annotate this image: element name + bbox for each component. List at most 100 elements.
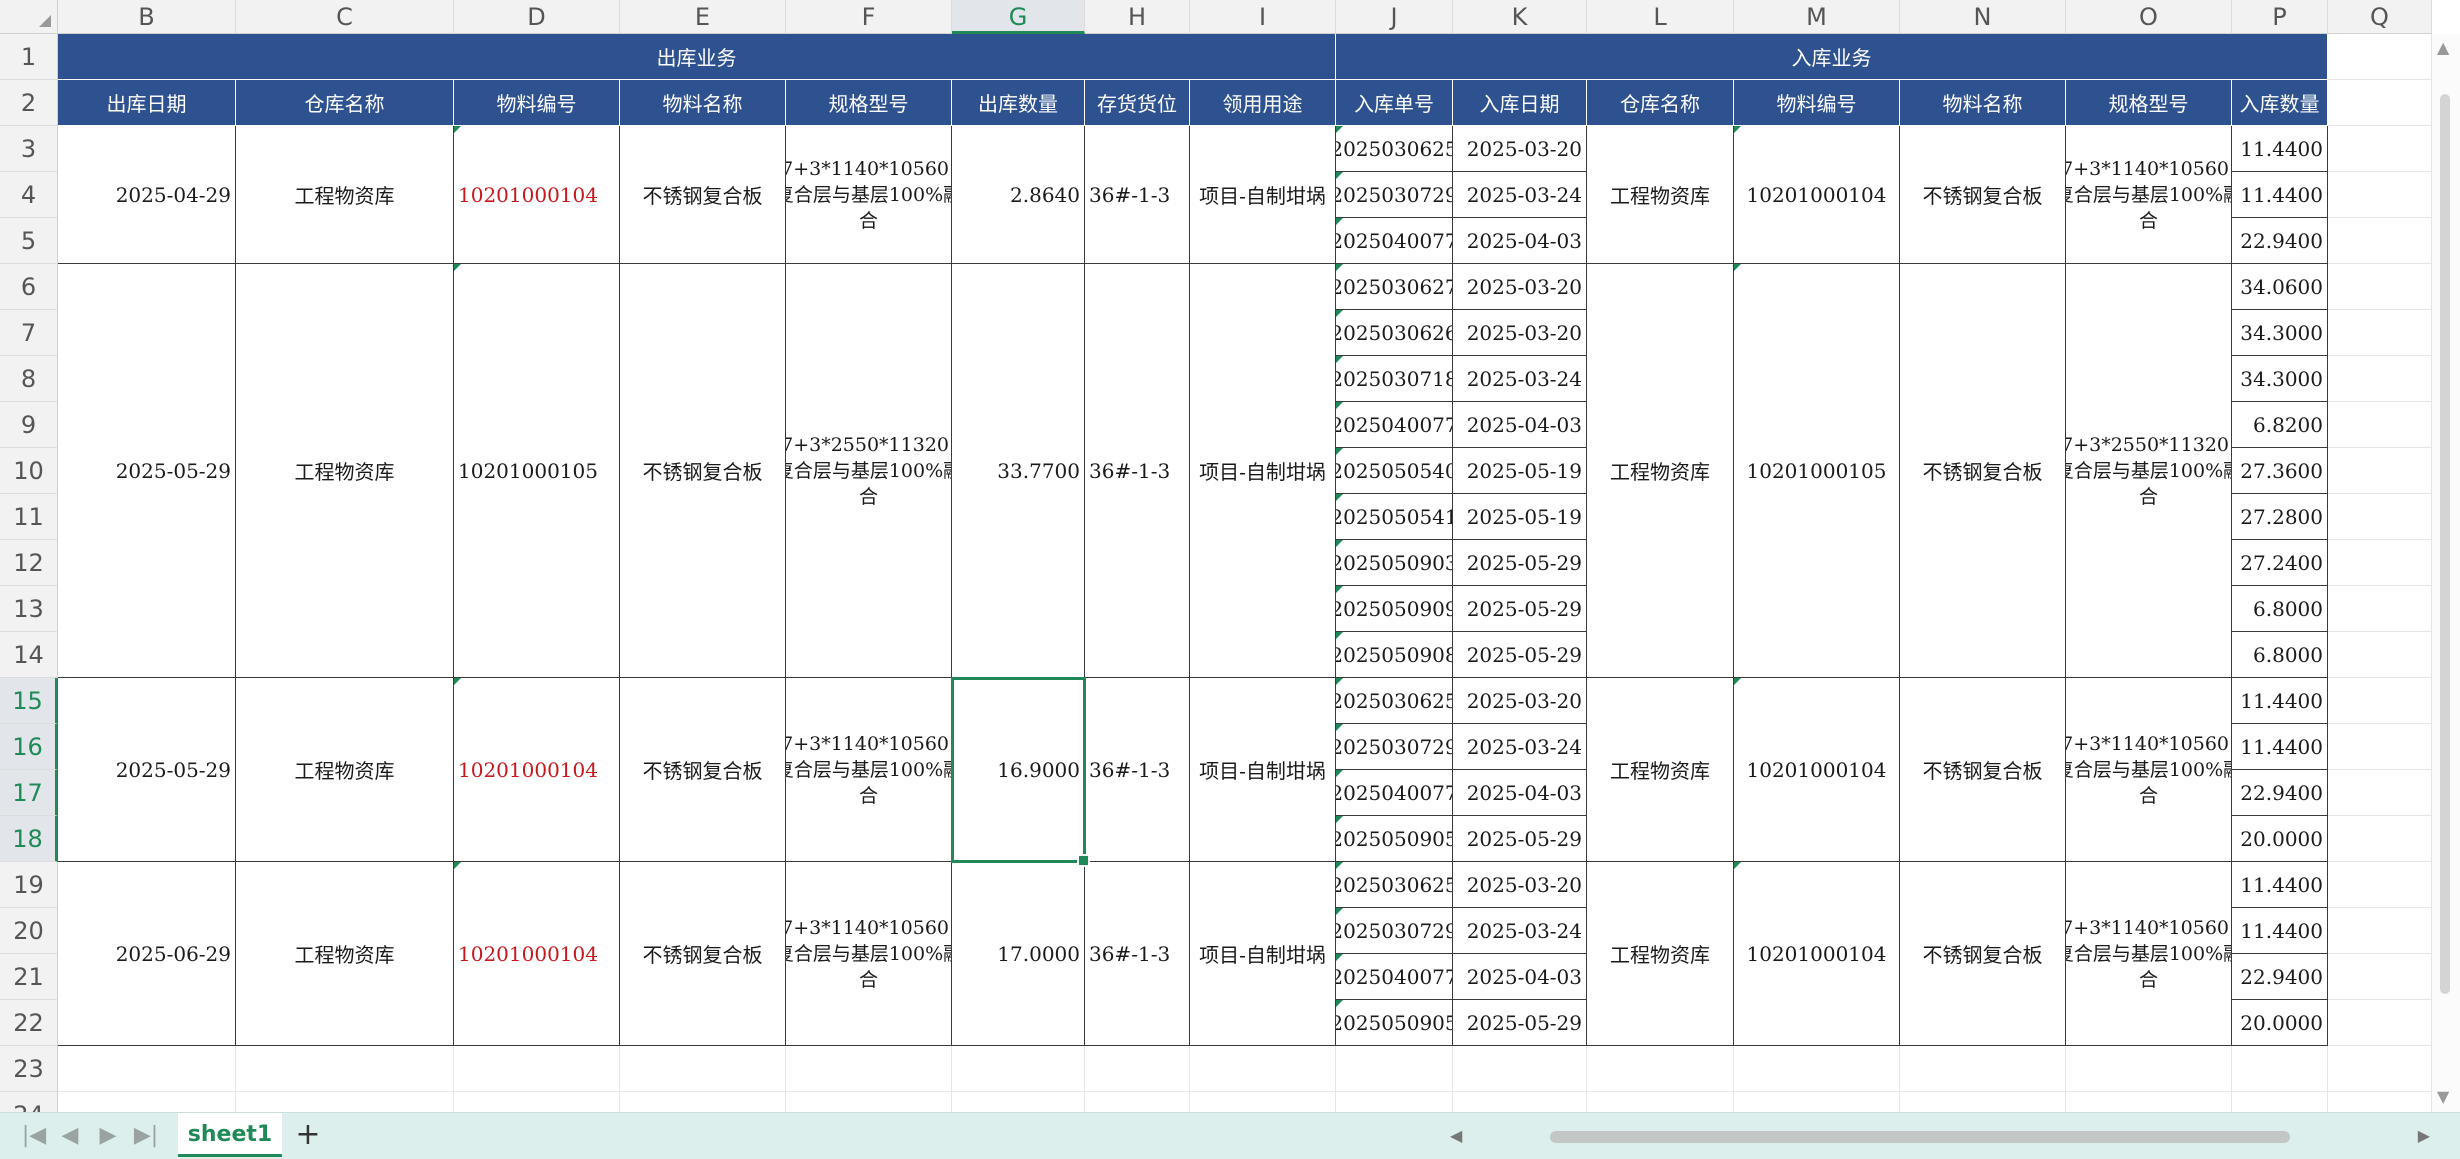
usage-cell[interactable]: 项目-自制坩埚: [1190, 678, 1336, 862]
vertical-scrollbar[interactable]: ▲ ▼: [2431, 34, 2460, 1112]
prev-sheet-icon[interactable]: ◀: [54, 1121, 86, 1151]
out-spec-cell[interactable]: 27+3*1140*10560；复合层与基层100%融合: [786, 862, 952, 1046]
column-header-b[interactable]: B: [58, 0, 236, 34]
header-out-spec[interactable]: 规格型号: [786, 80, 952, 126]
out-qty-cell[interactable]: 2.8640: [952, 126, 1085, 264]
in-no-cell[interactable]: 2025050908: [1336, 632, 1453, 678]
in-qty-cell[interactable]: 20.0000: [2232, 816, 2328, 862]
in-no-cell[interactable]: 2025050903: [1336, 540, 1453, 586]
in-warehouse-cell[interactable]: 工程物资库: [1587, 264, 1734, 678]
in-qty-cell[interactable]: 22.9400: [2232, 954, 2328, 1000]
header-in-name[interactable]: 物料名称: [1900, 80, 2066, 126]
scroll-right-icon[interactable]: ▶: [2418, 1123, 2430, 1149]
row-header-12[interactable]: 12: [0, 540, 58, 586]
out-spec-cell[interactable]: 27+3*2550*11320；复合层与基层100%融合: [786, 264, 952, 678]
in-no-cell[interactable]: 2025030627: [1336, 264, 1453, 310]
in-qty-cell[interactable]: 11.4400: [2232, 862, 2328, 908]
column-header-p[interactable]: P: [2232, 0, 2328, 34]
in-spec-cell[interactable]: 27+3*2550*11320；复合层与基层100%融合: [2066, 264, 2232, 678]
in-qty-cell[interactable]: 6.8000: [2232, 586, 2328, 632]
in-date-cell[interactable]: 2025-05-29: [1453, 1000, 1587, 1046]
header-out-date[interactable]: 出库日期: [58, 80, 236, 126]
column-header-m[interactable]: M: [1734, 0, 1900, 34]
scroll-down-icon[interactable]: ▼: [2437, 1087, 2449, 1106]
location-cell[interactable]: 36#-1-3: [1085, 264, 1190, 678]
in-qty-cell[interactable]: 6.8000: [2232, 632, 2328, 678]
in-date-cell[interactable]: 2025-03-24: [1453, 172, 1587, 218]
out-qty-cell[interactable]: 16.9000: [952, 678, 1085, 862]
out-name-cell[interactable]: 不锈钢复合板: [620, 862, 786, 1046]
in-no-cell[interactable]: 2025030729: [1336, 908, 1453, 954]
row-header-18[interactable]: 18: [0, 816, 58, 862]
in-no-cell[interactable]: 2025050541: [1336, 494, 1453, 540]
out-code-cell[interactable]: 10201000104: [454, 678, 620, 862]
in-date-cell[interactable]: 2025-05-29: [1453, 816, 1587, 862]
in-no-cell[interactable]: 2025040077: [1336, 402, 1453, 448]
column-header-e[interactable]: E: [620, 0, 786, 34]
out-code-cell[interactable]: 10201000105: [454, 264, 620, 678]
in-name-cell[interactable]: 不锈钢复合板: [1900, 264, 2066, 678]
out-name-cell[interactable]: 不锈钢复合板: [620, 126, 786, 264]
scroll-up-icon[interactable]: ▲: [2437, 38, 2449, 57]
in-code-cell[interactable]: 10201000104: [1734, 862, 1900, 1046]
out-name-cell[interactable]: 不锈钢复合板: [620, 678, 786, 862]
in-qty-cell[interactable]: 11.4400: [2232, 126, 2328, 172]
in-warehouse-cell[interactable]: 工程物资库: [1587, 678, 1734, 862]
sheet-tab-sheet1[interactable]: sheet1: [178, 1113, 282, 1157]
usage-cell[interactable]: 项目-自制坩埚: [1190, 862, 1336, 1046]
in-qty-cell[interactable]: 22.9400: [2232, 218, 2328, 264]
in-qty-cell[interactable]: 20.0000: [2232, 1000, 2328, 1046]
column-header-l[interactable]: L: [1587, 0, 1734, 34]
header-out-code[interactable]: 物料编号: [454, 80, 620, 126]
column-header-k[interactable]: K: [1453, 0, 1587, 34]
horizontal-scroll-thumb[interactable]: [1550, 1131, 2290, 1143]
column-header-j[interactable]: J: [1336, 0, 1453, 34]
first-sheet-icon[interactable]: |◀: [18, 1121, 50, 1151]
in-no-cell[interactable]: 2025030729: [1336, 724, 1453, 770]
scroll-left-icon[interactable]: ◀: [1450, 1123, 1462, 1149]
row-header-5[interactable]: 5: [0, 218, 58, 264]
in-date-cell[interactable]: 2025-03-20: [1453, 678, 1587, 724]
out-warehouse-cell[interactable]: 工程物资库: [236, 264, 454, 678]
column-header-f[interactable]: F: [786, 0, 952, 34]
in-no-cell[interactable]: 2025050909: [1336, 586, 1453, 632]
in-warehouse-cell[interactable]: 工程物资库: [1587, 126, 1734, 264]
column-header-o[interactable]: O: [2066, 0, 2232, 34]
in-date-cell[interactable]: 2025-04-03: [1453, 770, 1587, 816]
in-date-cell[interactable]: 2025-03-24: [1453, 724, 1587, 770]
in-date-cell[interactable]: 2025-05-19: [1453, 448, 1587, 494]
row-header-19[interactable]: 19: [0, 862, 58, 908]
column-header-q[interactable]: Q: [2328, 0, 2432, 34]
in-qty-cell[interactable]: 11.4400: [2232, 678, 2328, 724]
inbound-group-header[interactable]: 入库业务: [1336, 34, 2328, 80]
header-usage[interactable]: 领用用途: [1190, 80, 1336, 126]
in-date-cell[interactable]: 2025-05-29: [1453, 540, 1587, 586]
in-name-cell[interactable]: 不锈钢复合板: [1900, 126, 2066, 264]
add-sheet-button[interactable]: +: [290, 1117, 326, 1153]
header-out-name[interactable]: 物料名称: [620, 80, 786, 126]
header-in-code[interactable]: 物料编号: [1734, 80, 1900, 126]
row-header-20[interactable]: 20: [0, 908, 58, 954]
location-cell[interactable]: 36#-1-3: [1085, 862, 1190, 1046]
row-header-21[interactable]: 21: [0, 954, 58, 1000]
row-header-23[interactable]: 23: [0, 1046, 58, 1092]
in-date-cell[interactable]: 2025-04-03: [1453, 954, 1587, 1000]
in-no-cell[interactable]: 2025030625: [1336, 862, 1453, 908]
in-name-cell[interactable]: 不锈钢复合板: [1900, 678, 2066, 862]
column-header-c[interactable]: C: [236, 0, 454, 34]
in-no-cell[interactable]: 2025040077: [1336, 770, 1453, 816]
out-spec-cell[interactable]: 27+3*1140*10560；复合层与基层100%融合: [786, 126, 952, 264]
out-code-cell[interactable]: 10201000104: [454, 126, 620, 264]
row-header-11[interactable]: 11: [0, 494, 58, 540]
outbound-group-header[interactable]: 出库业务: [58, 34, 1336, 80]
in-code-cell[interactable]: 10201000105: [1734, 264, 1900, 678]
location-cell[interactable]: 36#-1-3: [1085, 126, 1190, 264]
row-header-14[interactable]: 14: [0, 632, 58, 678]
in-no-cell[interactable]: 2025050905: [1336, 1000, 1453, 1046]
in-qty-cell[interactable]: 11.4400: [2232, 172, 2328, 218]
column-header-h[interactable]: H: [1085, 0, 1190, 34]
vertical-scroll-thumb[interactable]: [2440, 94, 2450, 994]
row-header-10[interactable]: 10: [0, 448, 58, 494]
in-spec-cell[interactable]: 27+3*1140*10560；复合层与基层100%融合: [2066, 862, 2232, 1046]
location-cell[interactable]: 36#-1-3: [1085, 678, 1190, 862]
